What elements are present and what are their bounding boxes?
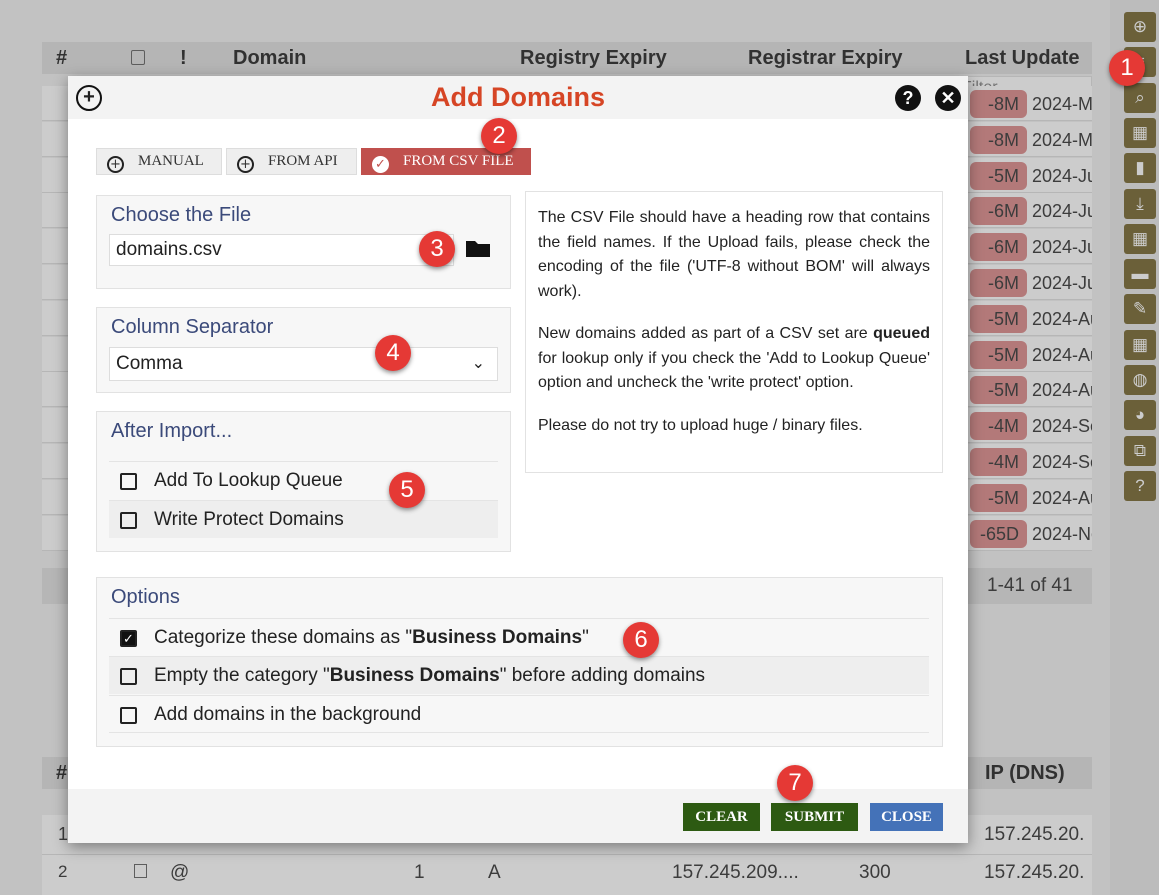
panel-title: After Import... bbox=[111, 420, 233, 442]
text: Categorize these domains as " bbox=[154, 627, 413, 648]
close-button[interactable]: CLOSE bbox=[870, 803, 943, 831]
panel-title: Choose the File bbox=[111, 204, 252, 226]
folder-icon[interactable] bbox=[465, 238, 491, 258]
categorize-option[interactable]: ✓ Categorize these domains as "Business D… bbox=[109, 618, 929, 656]
callout-marker: 4 bbox=[375, 335, 411, 371]
text: Empty the category " bbox=[154, 665, 330, 686]
tab-label: FROM CSV FILE bbox=[403, 153, 514, 169]
after-import-panel: After Import... Add To Lookup Queue Writ… bbox=[96, 411, 511, 552]
add-icon: + bbox=[107, 156, 124, 173]
emphasis: queued bbox=[873, 325, 930, 342]
category-name: Business Domains bbox=[329, 665, 500, 686]
info-paragraph: Please do not try to upload huge / binar… bbox=[538, 416, 863, 434]
callout-marker: 3 bbox=[419, 231, 455, 267]
write-protect-option[interactable]: Write Protect Domains bbox=[109, 500, 498, 538]
text: " bbox=[582, 627, 589, 648]
text: " before adding domains bbox=[499, 665, 706, 686]
text: New domains added as part of a CSV set a… bbox=[538, 325, 874, 342]
column-separator-panel: Column Separator Comma ⌄ bbox=[96, 307, 511, 393]
file-input[interactable]: domains.csv bbox=[109, 234, 454, 266]
option-label: Write Protect Domains bbox=[154, 509, 344, 530]
chevron-down-icon: ⌄ bbox=[471, 355, 485, 372]
category-name: Business Domains bbox=[412, 627, 583, 648]
add-icon: + bbox=[237, 156, 254, 173]
panel-title: Options bbox=[111, 586, 180, 608]
callout-marker: 5 bbox=[389, 472, 425, 508]
dialog-footer: CLEAR SUBMIT CLOSE bbox=[68, 789, 968, 843]
close-icon[interactable]: ✕ bbox=[935, 85, 961, 111]
tab-label: FROM API bbox=[268, 153, 338, 169]
options-panel: Options ✓ Categorize these domains as "Bu… bbox=[96, 577, 943, 747]
clear-button[interactable]: CLEAR bbox=[683, 803, 760, 831]
checkbox[interactable] bbox=[120, 512, 137, 529]
submit-button[interactable]: SUBMIT bbox=[771, 803, 858, 831]
help-icon[interactable]: ? bbox=[895, 85, 921, 111]
check-icon: ✓ bbox=[372, 156, 389, 173]
option-label: Add To Lookup Queue bbox=[154, 470, 343, 491]
callout-marker: 6 bbox=[623, 622, 659, 658]
option-label: Add domains in the background bbox=[154, 704, 422, 725]
tab-label: MANUAL bbox=[138, 153, 204, 169]
empty-category-option[interactable]: Empty the category "Business Domains" be… bbox=[109, 656, 929, 694]
info-paragraph: New domains added as part of a CSV set a… bbox=[538, 322, 930, 396]
tab-from-api[interactable]: + FROM API bbox=[226, 148, 357, 175]
csv-info-box: The CSV File should have a heading row t… bbox=[525, 191, 943, 473]
add-to-lookup-queue-option[interactable]: Add To Lookup Queue bbox=[109, 461, 498, 499]
separator-select[interactable]: Comma ⌄ bbox=[109, 347, 498, 381]
checkbox[interactable] bbox=[120, 668, 137, 685]
checkbox[interactable] bbox=[120, 707, 137, 724]
dialog-header: + Add Domains ? ✕ bbox=[68, 76, 968, 119]
callout-marker: 7 bbox=[777, 765, 813, 801]
text: for lookup only if you check the 'Add to… bbox=[538, 349, 930, 392]
separator-value: Comma bbox=[116, 353, 183, 374]
callout-marker: 1 bbox=[1109, 50, 1145, 86]
checkbox-checked[interactable]: ✓ bbox=[120, 630, 137, 647]
dialog-title: Add Domains bbox=[430, 82, 605, 112]
panel-title: Column Separator bbox=[111, 316, 274, 338]
checkbox[interactable] bbox=[120, 473, 137, 490]
info-paragraph: The CSV File should have a heading row t… bbox=[538, 209, 930, 300]
tab-manual[interactable]: + MANUAL bbox=[96, 148, 222, 175]
callout-marker: 2 bbox=[481, 118, 517, 154]
add-domains-dialog: + Add Domains ? ✕ + MANUAL + FROM API ✓ FRO… bbox=[68, 76, 968, 843]
background-add-option[interactable]: Add domains in the background bbox=[109, 695, 929, 733]
